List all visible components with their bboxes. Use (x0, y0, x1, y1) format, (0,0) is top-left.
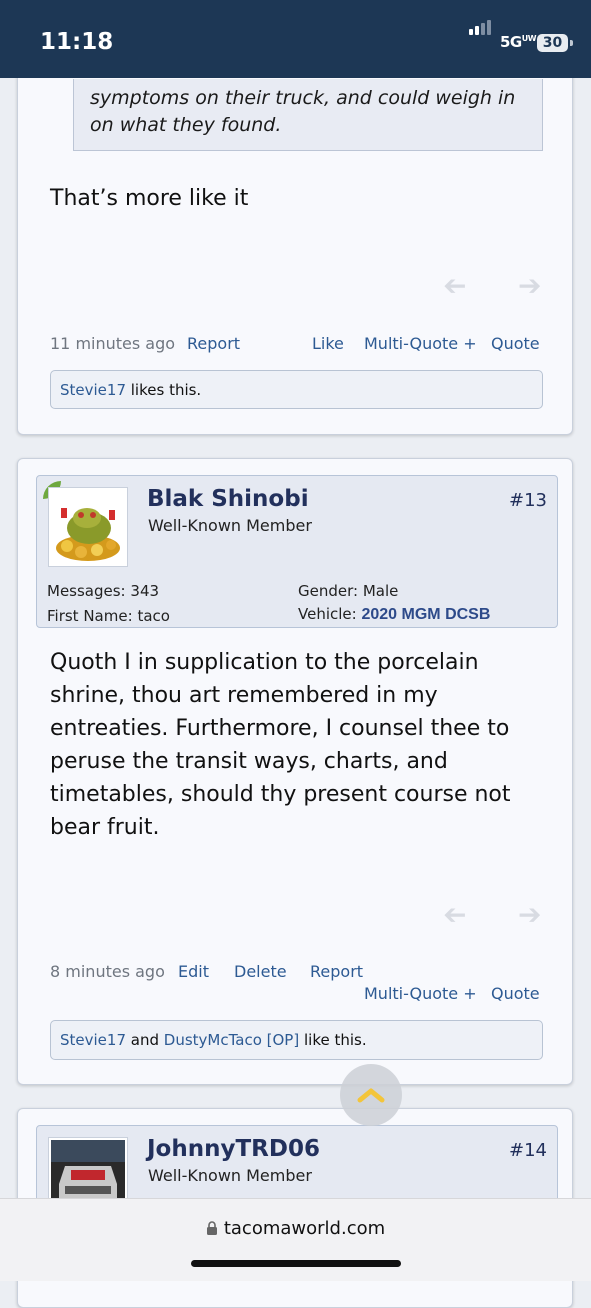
post-card-12: symptoms on their truck, and could weigh… (17, 40, 573, 435)
multi-quote-link[interactable]: Multi-Quote + (364, 334, 477, 353)
network-indicator: 5GUW (500, 33, 537, 51)
post-message: Quoth I in supplication to the porcelain… (50, 650, 511, 840)
home-indicator[interactable] (191, 1260, 401, 1267)
delete-link[interactable]: Delete (234, 962, 287, 981)
gender-label: Gender: (298, 582, 359, 600)
vehicle-value: 2020 MGM DCSB (361, 606, 491, 623)
post-number-link[interactable]: #13 (509, 490, 547, 511)
firstname-stat: First Name: taco (47, 607, 170, 625)
gender-value: Male (362, 582, 399, 600)
likes-suffix: like this. (299, 1031, 367, 1049)
vehicle-stat: Vehicle: 2020 MGM DCSB (298, 605, 490, 624)
post-time: 11 minutes ago (50, 334, 176, 353)
messages-value: 343 (130, 582, 160, 600)
battery-icon: 30 (537, 34, 568, 52)
firstname-value: taco (137, 607, 170, 625)
multi-quote-link[interactable]: Multi-Quote + (364, 984, 477, 1003)
quote-block: symptoms on their truck, and could weigh… (73, 79, 543, 151)
status-bar: 11:18 5GUW 30 (0, 0, 591, 78)
quote-line: symptoms on their truck, and could weigh… (90, 87, 516, 109)
liker-link[interactable]: DustyMcTaco [OP] (164, 1031, 299, 1049)
chevron-up-icon (357, 1088, 385, 1103)
scroll-top-button[interactable] (340, 1064, 402, 1126)
like-link[interactable]: Like (312, 334, 344, 353)
report-link[interactable]: Report (310, 962, 363, 981)
quote-link[interactable]: Quote (491, 334, 540, 353)
user-info-block: Blak Shinobi Well-Known Member #13 Messa… (36, 475, 558, 628)
battery-nub (570, 40, 573, 46)
lock-icon (206, 1221, 217, 1235)
gender-stat: Gender: Male (298, 582, 398, 600)
username-link[interactable]: Blak Shinobi (147, 486, 309, 512)
post-number-link[interactable]: #14 (509, 1140, 547, 1161)
quote-link[interactable]: Quote (491, 984, 540, 1003)
avatar[interactable] (48, 487, 128, 567)
likes-suffix: likes this. (126, 381, 202, 399)
likes-and: and (126, 1031, 164, 1049)
address-bar[interactable]: tacomaworld.com (0, 1218, 591, 1239)
messages-label: Messages: (47, 582, 126, 600)
liker-link[interactable]: Stevie17 (60, 381, 126, 399)
user-title: Well-Known Member (148, 516, 312, 535)
report-link[interactable]: Report (187, 334, 240, 353)
prev-arrow-icon[interactable]: ➔ (443, 898, 466, 931)
next-arrow-icon[interactable]: ➔ (518, 269, 541, 302)
url-text: tacomaworld.com (223, 1218, 386, 1239)
likes-summary: Stevie17 and DustyMcTaco [OP] like this. (50, 1020, 543, 1060)
prev-arrow-icon[interactable]: ➔ (443, 269, 466, 302)
user-title: Well-Known Member (148, 1166, 312, 1185)
post-time: 8 minutes ago (50, 962, 165, 981)
liker-link[interactable]: Stevie17 (60, 1031, 126, 1049)
post-card-13: Blak Shinobi Well-Known Member #13 Messa… (17, 458, 573, 1085)
next-arrow-icon[interactable]: ➔ (518, 898, 541, 931)
post-message: That’s more like it (50, 186, 249, 211)
browser-bar: tacomaworld.com (0, 1198, 591, 1281)
quote-line: on what they found. (90, 114, 282, 136)
username-link[interactable]: JohnnyTRD06 (147, 1136, 320, 1162)
messages-stat: Messages: 343 (47, 582, 159, 600)
status-time: 11:18 (40, 29, 114, 55)
avatar-image (51, 490, 125, 564)
vehicle-label: Vehicle: (298, 605, 357, 623)
firstname-label: First Name: (47, 607, 133, 625)
likes-summary: Stevie17 likes this. (50, 370, 543, 409)
edit-link[interactable]: Edit (178, 962, 209, 981)
